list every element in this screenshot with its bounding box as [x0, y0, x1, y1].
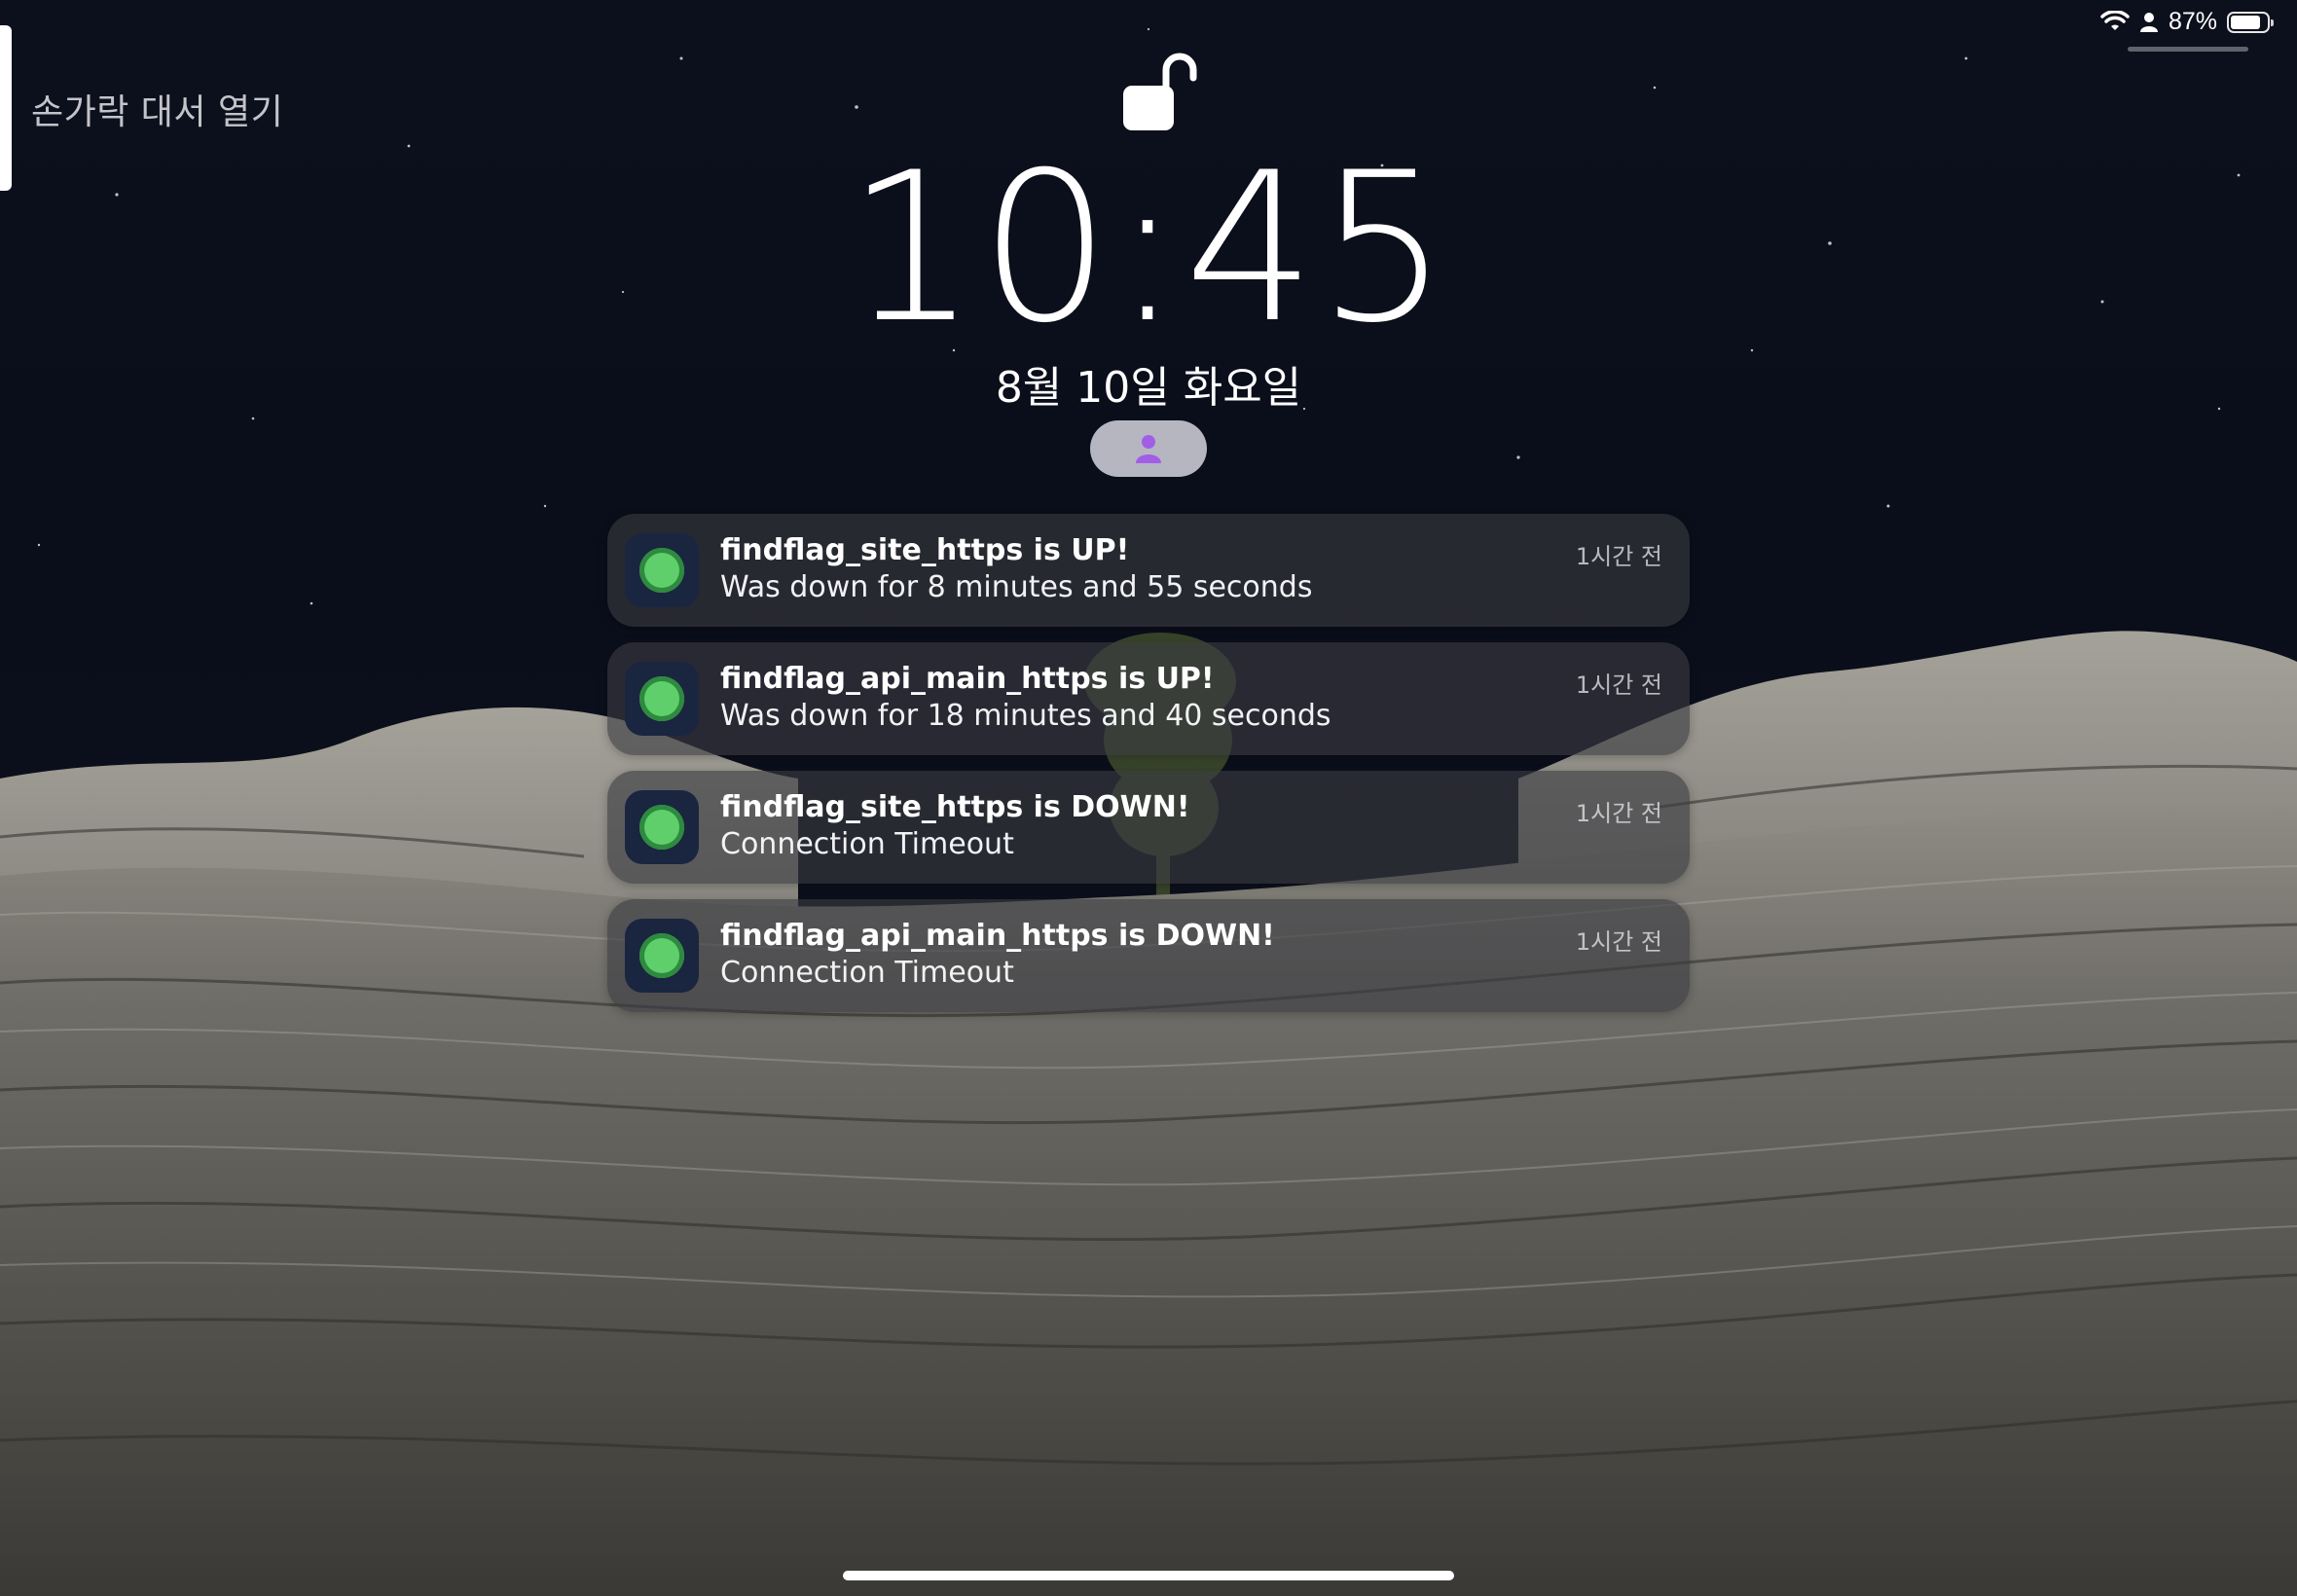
lock-screen-time: 10:45 — [846, 127, 1451, 368]
notification-item[interactable]: findflag_api_main_https is DOWN! Connect… — [607, 899, 1690, 1012]
notification-body: Was down for 18 minutes and 40 seconds — [720, 699, 1331, 733]
app-status-icon — [625, 662, 699, 736]
green-status-dot-icon — [639, 933, 684, 978]
status-bar: 87% — [2100, 8, 2274, 36]
battery-fill — [2231, 15, 2260, 29]
notification-item[interactable]: findflag_site_https is DOWN! Connection … — [607, 771, 1690, 884]
wifi-icon — [2100, 10, 2130, 30]
notification-body: Connection Timeout — [720, 956, 1014, 990]
home-indicator[interactable] — [843, 1571, 1454, 1580]
notification-time: 1시간 전 — [1575, 928, 1662, 956]
battery-cap — [2271, 18, 2274, 26]
green-status-dot-icon — [639, 676, 684, 721]
battery-percentage: 87% — [2168, 8, 2217, 35]
app-status-icon — [625, 790, 699, 864]
notification-time: 1시간 전 — [1575, 671, 1662, 699]
notification-list: findflag_site_https is UP! Was down for … — [607, 514, 1690, 1028]
notification-title: findflag_site_https is UP! — [720, 533, 1130, 567]
notification-body: Was down for 8 minutes and 55 seconds — [720, 570, 1313, 604]
green-status-dot-icon — [639, 805, 684, 850]
notification-time: 1시간 전 — [1575, 800, 1662, 827]
notification-item[interactable]: findflag_site_https is UP! Was down for … — [607, 514, 1690, 627]
focus-mode-button[interactable] — [1090, 420, 1207, 477]
control-center-indicator[interactable] — [2128, 47, 2248, 52]
green-status-dot-icon — [639, 548, 684, 593]
app-status-icon — [625, 533, 699, 607]
battery-icon — [2227, 11, 2274, 33]
person-icon — [1136, 435, 1161, 463]
lock-screen-date: 8월 10일 화요일 — [995, 363, 1302, 413]
notification-title: findflag_api_main_https is DOWN! — [720, 919, 1275, 953]
notification-title: findflag_site_https is DOWN! — [720, 790, 1190, 824]
person-icon — [2139, 12, 2158, 32]
notification-item[interactable]: findflag_api_main_https is UP! Was down … — [607, 642, 1690, 755]
app-status-icon — [625, 919, 699, 993]
notification-time: 1시간 전 — [1575, 543, 1662, 570]
notification-title: findflag_api_main_https is UP! — [720, 662, 1215, 696]
unlocked-padlock-icon — [1123, 53, 1197, 130]
notification-body: Connection Timeout — [720, 827, 1014, 861]
unlock-hint-text: 손가락 대서 열기 — [31, 92, 284, 132]
